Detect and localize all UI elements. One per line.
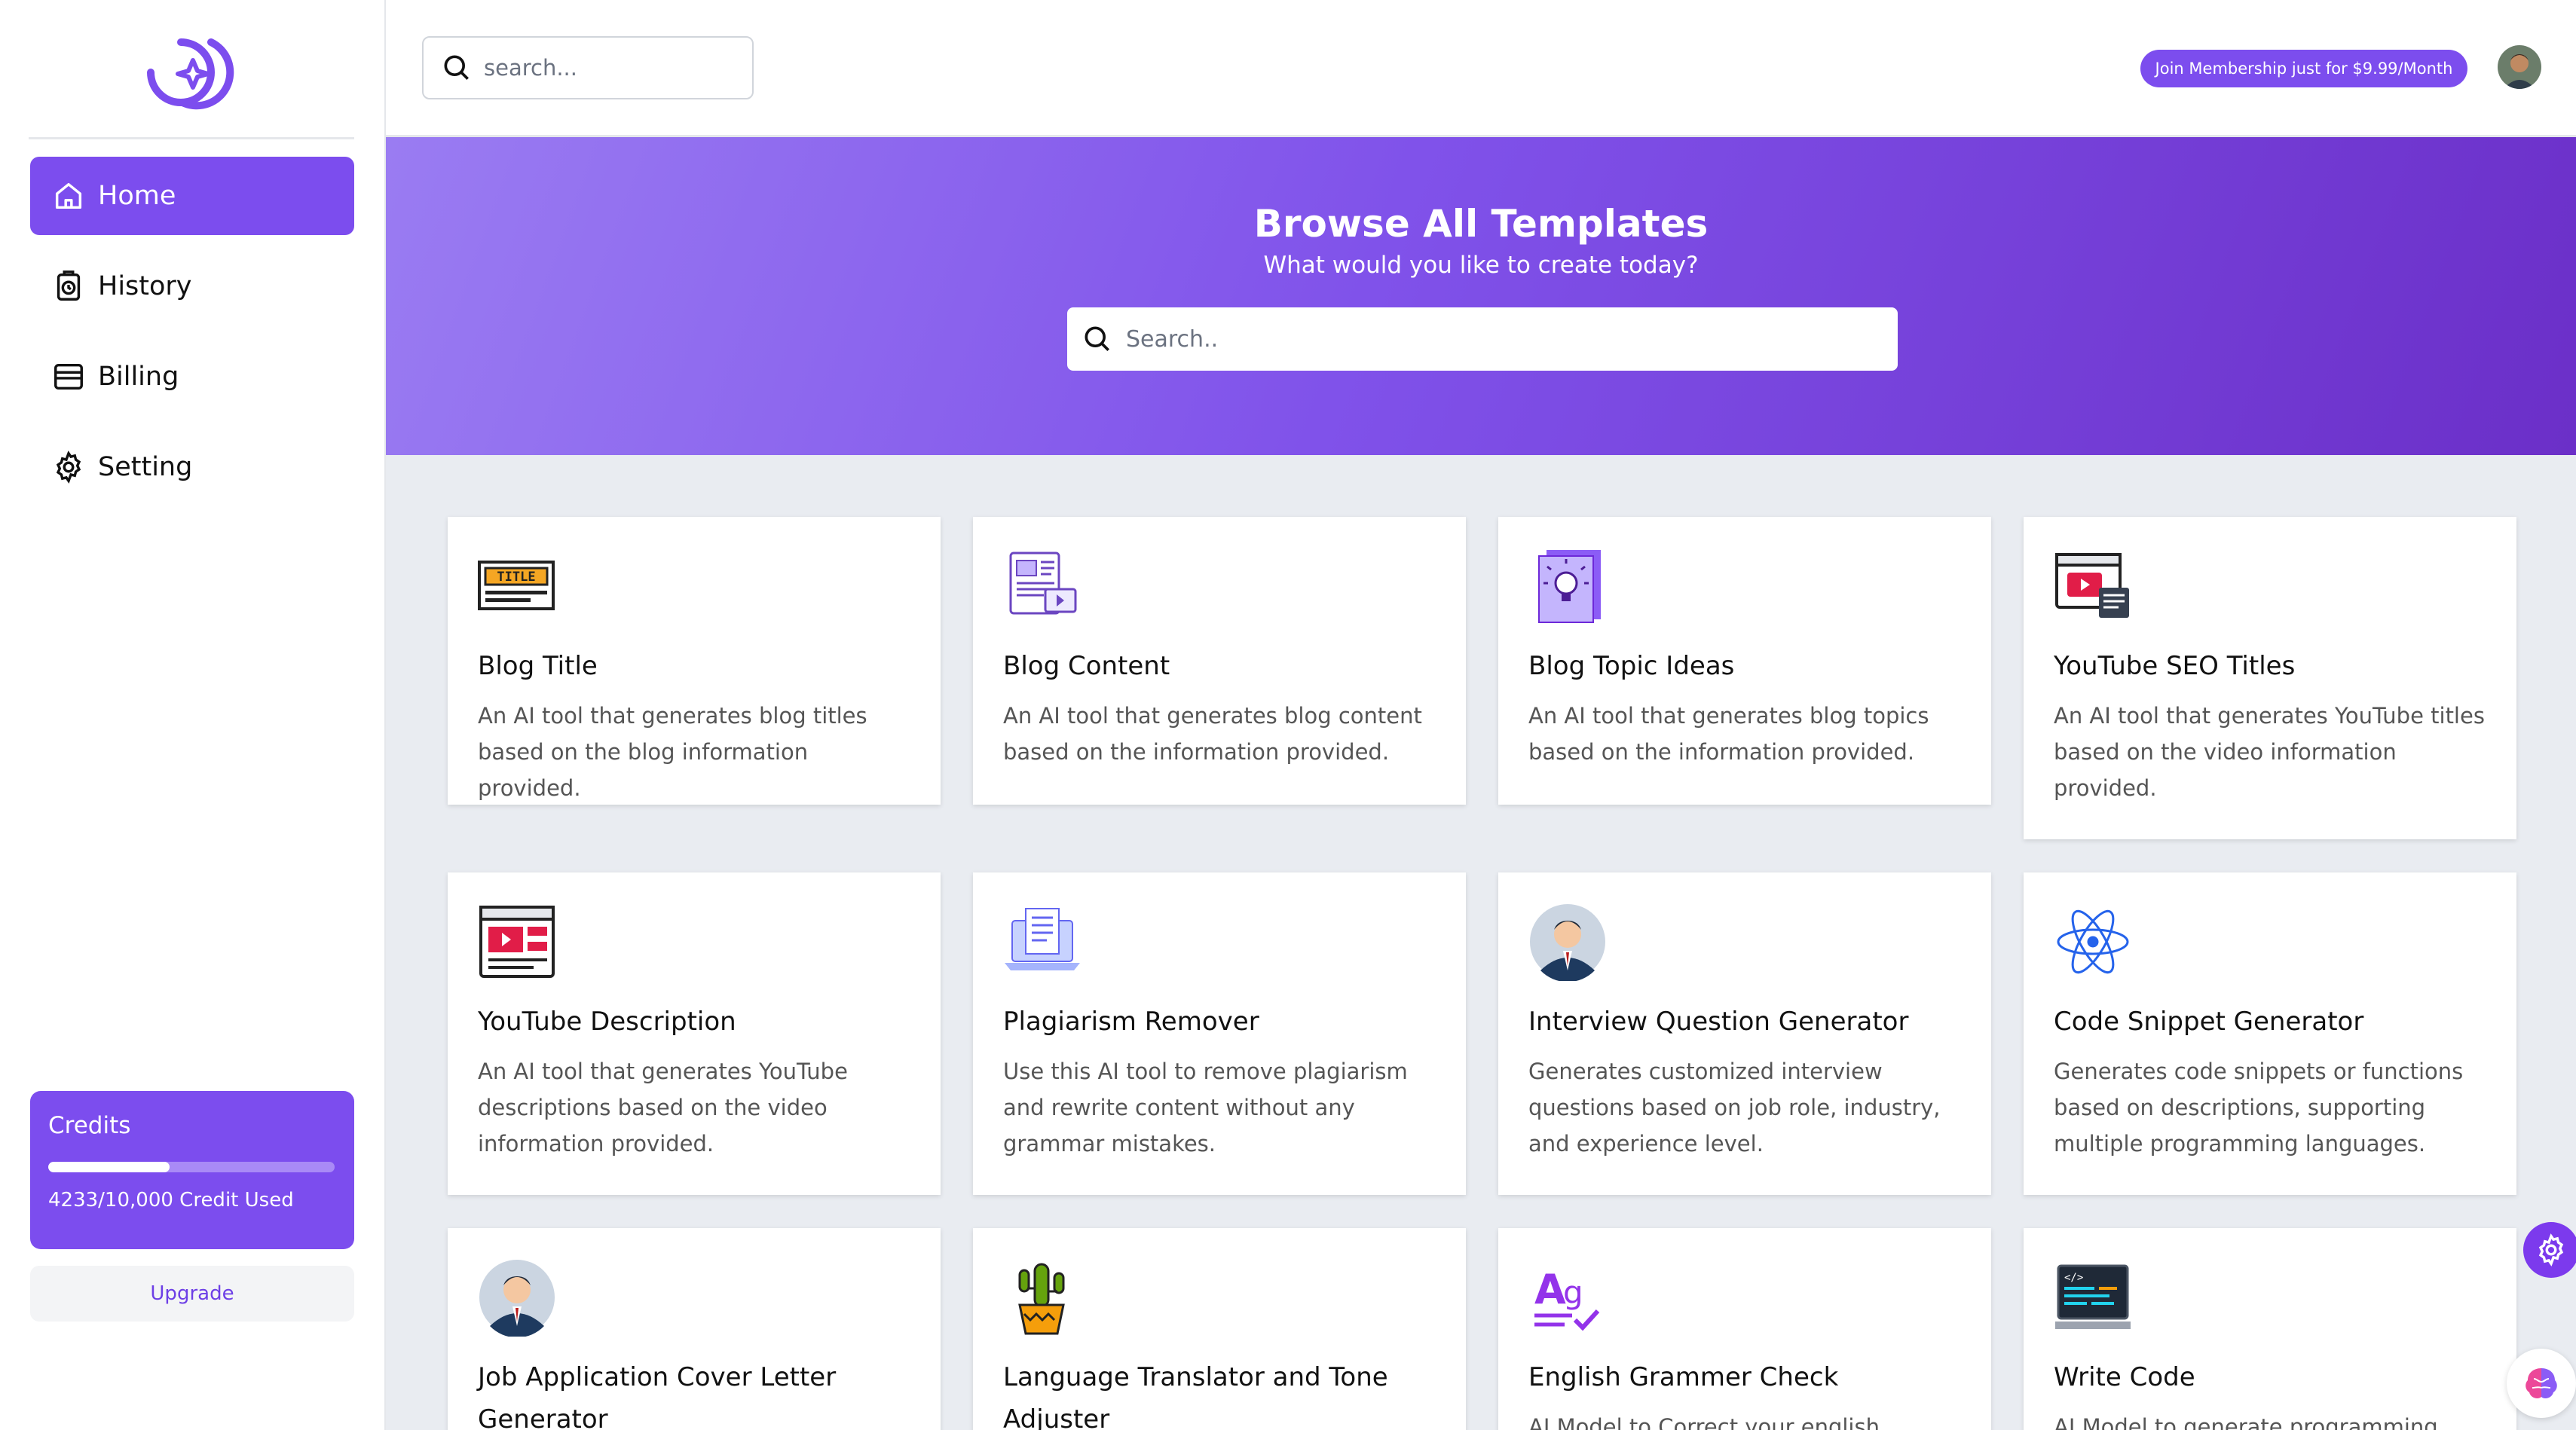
svg-text:g: g <box>1563 1274 1583 1311</box>
template-card-youtube-description[interactable]: YouTube Description An AI tool that gene… <box>448 872 941 1195</box>
card-title: Blog Title <box>478 651 598 681</box>
sidebar-item-home[interactable]: Home <box>30 157 354 235</box>
card-title: English Grammer Check <box>1528 1362 1839 1392</box>
atom-icon <box>2054 903 2132 981</box>
sidebar-item-history[interactable]: History <box>30 247 354 325</box>
template-card-interview-question-generator[interactable]: Interview Question Generator Generates c… <box>1498 872 1991 1195</box>
template-card-code-snippet-generator[interactable]: Code Snippet Generator Generates code sn… <box>2024 872 2516 1195</box>
template-card-job-application-cover-letter[interactable]: Job Application Cover Letter Generator <box>448 1228 941 1430</box>
upgrade-button[interactable]: Upgrade <box>30 1266 354 1322</box>
code-monitor-icon: </> <box>2054 1258 2132 1337</box>
template-card-youtube-seo-titles[interactable]: YouTube SEO Titles An AI tool that gener… <box>2024 517 2516 839</box>
svg-text:A: A <box>1534 1266 1566 1313</box>
svg-text:</>: </> <box>2064 1272 2083 1284</box>
logo-divider <box>29 137 354 139</box>
businessman-icon <box>1528 903 1607 982</box>
template-card-write-code[interactable]: </> Write Code AI Model to generate prog… <box>2024 1228 2516 1430</box>
sidebar-item-label: Setting <box>98 452 193 482</box>
card-title: Code Snippet Generator <box>2054 1007 2364 1037</box>
search-icon <box>1085 326 1109 351</box>
businessman-icon <box>478 1258 556 1338</box>
card-description: An AI tool that generates blog titles ba… <box>478 703 867 801</box>
title-icon: TITLE <box>478 547 556 625</box>
card-description: Generates code snippets or functions bas… <box>2054 1059 2464 1157</box>
settings-fab-button[interactable] <box>2523 1222 2576 1278</box>
video-description-icon <box>478 903 556 981</box>
credits-progress-bar <box>48 1162 335 1172</box>
credits-progress-fill <box>48 1162 170 1172</box>
idea-icon <box>1528 547 1607 625</box>
sidebar-item-label: Home <box>98 181 176 211</box>
template-card-plagiarism-remover[interactable]: Plagiarism Remover Use this AI tool to r… <box>973 872 1466 1195</box>
brain-icon <box>2526 1368 2557 1398</box>
home-icon <box>55 182 82 209</box>
credits-title: Credits <box>48 1112 131 1139</box>
template-card-english-grammar-check[interactable]: Ag English Grammer Check AI Model to Cor… <box>1498 1228 1991 1430</box>
history-icon <box>57 270 81 301</box>
card-description: An AI tool that generates YouTube titles… <box>2054 703 2485 801</box>
gear-icon <box>56 451 81 484</box>
grammar-icon: Ag <box>1528 1258 1607 1337</box>
template-search-box[interactable] <box>1067 307 1898 371</box>
sidebar-item-label: History <box>98 271 192 301</box>
sidebar: Home History Billing Setting Credits 423… <box>0 0 386 1430</box>
card-title: Interview Question Generator <box>1528 1007 1909 1037</box>
page-subtitle: What would you like to create today? <box>1263 252 1699 279</box>
card-title: YouTube SEO Titles <box>2054 651 2296 681</box>
card-description: An AI tool that generates YouTube descri… <box>478 1059 848 1157</box>
card-title: Plagiarism Remover <box>1003 1007 1259 1037</box>
template-card-blog-title[interactable]: TITLE Blog Title An AI tool that generat… <box>448 517 941 805</box>
card-title: Language Translator and Tone Adjuster <box>1003 1362 1388 1430</box>
top-header: Join Membership just for $9.99/Month <box>386 0 2576 137</box>
hero-banner: Browse All Templates What would you like… <box>386 137 2576 455</box>
template-card-language-translator[interactable]: Language Translator and Tone Adjuster <box>973 1228 1466 1430</box>
template-card-blog-topic-ideas[interactable]: Blog Topic Ideas An AI tool that generat… <box>1498 517 1991 805</box>
credits-card: Credits 4233/10,000 Credit Used <box>30 1091 354 1249</box>
card-description: AI Model to generate programming <box>2054 1414 2438 1430</box>
template-card-blog-content[interactable]: Blog Content An AI tool that generates b… <box>973 517 1466 805</box>
gear-icon <box>2538 1233 2564 1267</box>
search-icon <box>444 55 469 80</box>
card-description: Use this AI tool to remove plagiarism an… <box>1003 1059 1408 1157</box>
ai-assistant-button[interactable] <box>2507 1349 2576 1418</box>
video-seo-icon <box>2054 547 2132 625</box>
page-title: Browse All Templates <box>1253 202 1709 246</box>
laptop-document-icon <box>1003 903 1081 981</box>
card-title: Job Application Cover Letter Generator <box>478 1362 837 1430</box>
sidebar-item-billing[interactable]: Billing <box>30 338 354 416</box>
header-search-input[interactable] <box>484 55 740 81</box>
billing-icon <box>54 363 83 390</box>
cactus-icon <box>1003 1258 1081 1337</box>
template-search-input[interactable] <box>1126 325 1865 353</box>
card-description: An AI tool that generates blog topics ba… <box>1528 703 1929 765</box>
card-description: Generates customized interview questions… <box>1528 1059 1941 1157</box>
card-title: Blog Topic Ideas <box>1528 651 1735 681</box>
card-description: An AI tool that generates blog content b… <box>1003 703 1422 765</box>
card-title: Write Code <box>2054 1362 2195 1392</box>
user-avatar[interactable] <box>2498 45 2541 89</box>
app-logo[interactable] <box>128 27 256 121</box>
card-description: AI Model to Correct your english <box>1528 1414 1880 1430</box>
membership-button[interactable]: Join Membership just for $9.99/Month <box>2140 50 2467 87</box>
svg-text:TITLE: TITLE <box>497 570 535 585</box>
sidebar-item-setting[interactable]: Setting <box>30 428 354 506</box>
card-title: Blog Content <box>1003 651 1170 681</box>
content-icon <box>1003 547 1081 625</box>
sidebar-item-label: Billing <box>98 362 179 392</box>
credits-used-text: 4233/10,000 Credit Used <box>48 1189 294 1212</box>
header-search-box[interactable] <box>422 36 754 99</box>
card-title: YouTube Description <box>478 1007 736 1037</box>
